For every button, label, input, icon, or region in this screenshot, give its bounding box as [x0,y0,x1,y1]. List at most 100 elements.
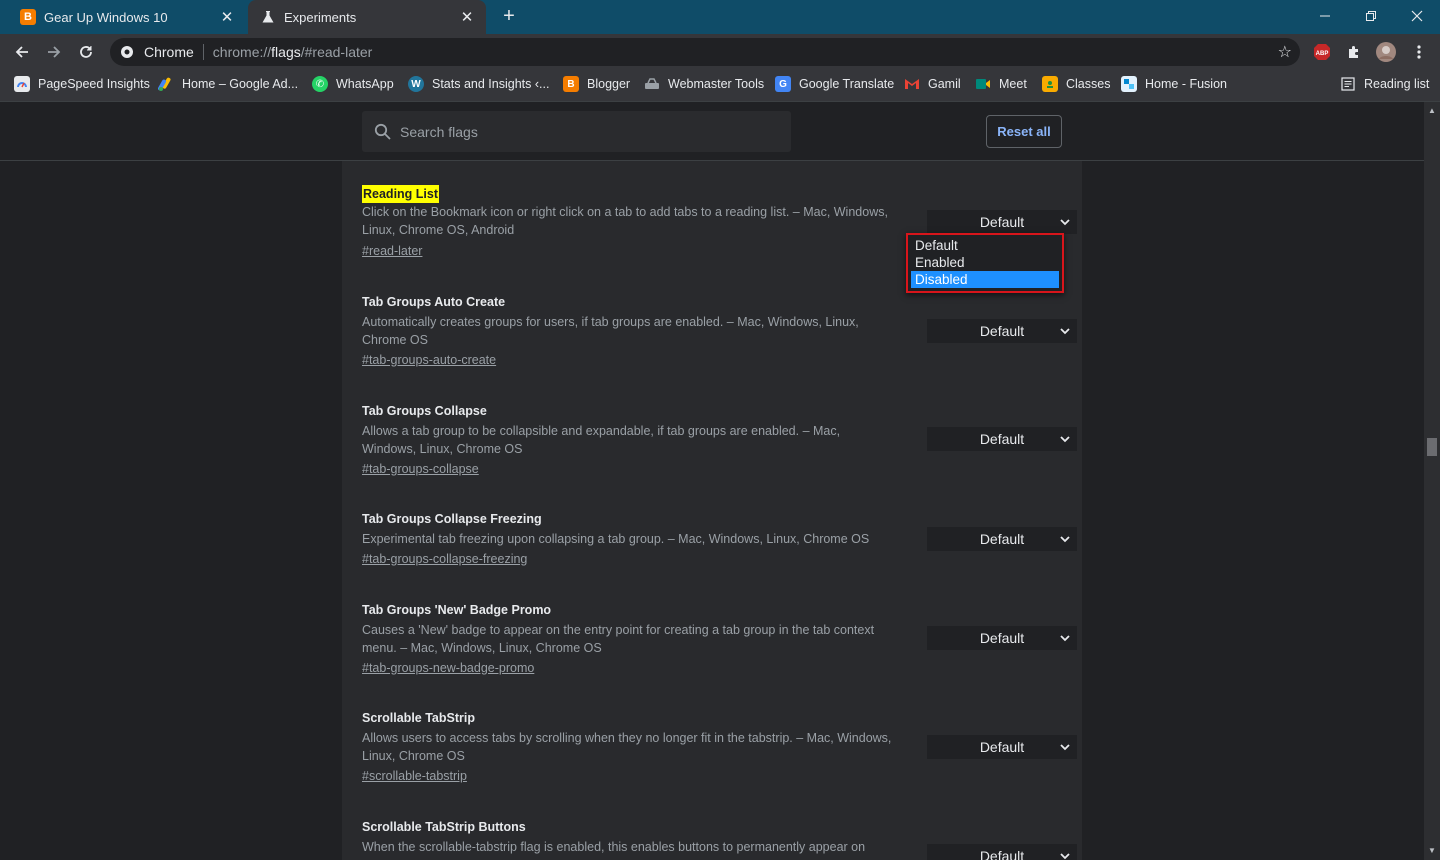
minimize-button[interactable] [1310,4,1340,28]
puzzle-icon[interactable] [1344,42,1364,62]
chevron-down-icon [1060,219,1070,226]
flag-description: When the scrollable-tabstrip flag is ena… [362,840,866,854]
bookmark-whatsapp[interactable]: ✆ WhatsApp [312,70,394,98]
flag-description: Causes a 'New' badge to appear on the en… [362,623,875,655]
chevron-down-icon [1060,635,1070,642]
flag-select[interactable]: Default [927,319,1077,343]
new-tab-button[interactable]: + [498,6,520,28]
flag-select-value: Default [979,323,1025,339]
flag-select[interactable]: Default [927,626,1077,650]
scrollbar[interactable]: ▲ ▼ [1424,102,1440,860]
reload-button[interactable] [74,40,98,64]
flag-select-value: Default [979,531,1025,547]
back-button[interactable] [10,40,34,64]
flag-title: Scrollable TabStrip Buttons [362,820,526,834]
title-bar: B Gear Up Windows 10 ✕ Experiments ✕ + [0,0,1440,34]
tab-experiments[interactable]: Experiments ✕ [248,0,486,34]
flag-title: Reading List [362,185,440,203]
bookmark-label: Blogger [587,77,631,91]
bookmark-fusion[interactable]: Home - Fusion [1121,70,1227,98]
close-window-button[interactable] [1402,4,1432,28]
scroll-up-arrow-icon[interactable]: ▲ [1428,106,1436,115]
reading-list-button[interactable]: Reading list [1340,70,1429,98]
search-box[interactable] [362,111,791,152]
bookmark-webmaster[interactable]: Webmaster Tools [644,70,764,98]
bookmark-label: WhatsApp [336,77,394,91]
flag-item-scrollable-tabstrip: Scrollable TabStrip Allows users to acce… [362,709,1077,785]
scroll-down-arrow-icon[interactable]: ▼ [1428,846,1436,855]
flag-anchor-link[interactable]: #tab-groups-collapse [362,460,1062,478]
close-icon[interactable]: ✕ [218,8,236,26]
site-chip[interactable]: Chrome [120,44,194,60]
flag-item-tab-groups-new-badge-promo: Tab Groups 'New' Badge Promo Causes a 'N… [362,601,1077,677]
chevron-down-icon [1060,744,1070,751]
bookmark-label: Classes [1066,77,1111,91]
address-bar[interactable]: Chrome chrome://flags/#read-later ☆ [110,38,1300,66]
whatsapp-icon: ✆ [312,76,328,92]
reading-list-dropdown: Default Enabled Disabled [906,233,1064,293]
flag-select[interactable]: Default [927,427,1077,451]
flag-description: Click on the Bookmark icon or right clic… [362,205,888,237]
google-ads-icon [158,76,174,92]
forward-button[interactable] [42,40,66,64]
bookmark-label: Webmaster Tools [668,77,765,91]
chevron-down-icon [1060,536,1070,543]
tab-gear-up-windows[interactable]: B Gear Up Windows 10 ✕ [8,0,246,34]
adblock-icon[interactable]: ABP [1312,42,1332,62]
flag-anchor-link[interactable]: #tab-groups-new-badge-promo [362,659,1062,677]
bookmark-star-icon[interactable]: ☆ [1278,42,1292,62]
flag-description: Automatically creates groups for users, … [362,315,859,347]
flag-select[interactable]: Default [927,844,1077,860]
flag-item-scrollable-tabstrip-buttons: Scrollable TabStrip Buttons When the scr… [362,818,1077,860]
flag-anchor-link[interactable]: #tab-groups-auto-create [362,351,1062,369]
menu-kebab-icon[interactable] [1409,42,1429,62]
bookmark-blogger[interactable]: B Blogger [563,70,630,98]
bookmark-pagespeed[interactable]: PageSpeed Insights [14,70,150,98]
flag-anchor-link[interactable]: #scrollable-tabstrip [362,767,1062,785]
flag-select-value: Default [979,848,1025,860]
tab-title: Experiments [284,9,357,25]
flag-select-value: Default [979,214,1025,230]
tab-title: Gear Up Windows 10 [44,9,168,25]
bookmark-stats[interactable]: W Stats and Insights ‹... [408,70,549,98]
translate-icon: G [775,76,791,92]
webmaster-icon [644,76,660,92]
bookmark-label: Meet [999,77,1027,91]
flag-select[interactable]: Default [927,210,1077,234]
close-icon[interactable]: ✕ [458,8,476,26]
site-chip-label: Chrome [144,44,194,60]
scrollbar-thumb[interactable] [1427,438,1437,456]
bookmark-classes[interactable]: Classes [1042,70,1110,98]
flag-select-value: Default [979,739,1025,755]
flask-icon [260,9,276,25]
url-path: /#read-later [300,44,373,60]
flag-select[interactable]: Default [927,527,1077,551]
gmail-icon [904,76,920,92]
bookmark-google-ads[interactable]: Home – Google Ad... [158,70,298,98]
dropdown-option-disabled[interactable]: Disabled [911,271,1059,288]
chevron-down-icon [1060,853,1070,860]
chrome-icon [121,46,133,58]
flag-anchor-link[interactable]: #tab-groups-collapse-freezing [362,550,1062,568]
search-input[interactable] [400,123,780,140]
flag-title: Tab Groups Collapse [362,404,487,418]
restore-button[interactable] [1356,4,1386,28]
bookmark-translate[interactable]: G Google Translate [775,70,894,98]
wordpress-icon: W [408,76,424,92]
bookmark-meet[interactable]: Meet [975,70,1027,98]
avatar[interactable] [1376,42,1396,62]
flag-item-tab-groups-auto-create: Tab Groups Auto Create Automatically cre… [362,293,1077,369]
dropdown-option-enabled[interactable]: Enabled [911,254,1059,271]
flags-header: Reset all [0,102,1424,161]
flag-select-value: Default [979,630,1025,646]
pagespeed-icon [14,76,30,92]
flag-description: Experimental tab freezing upon collapsin… [362,532,870,546]
url-scheme: chrome:// [212,44,272,60]
flag-select[interactable]: Default [927,735,1077,759]
bookmark-gmail[interactable]: Gamil [904,70,961,98]
flag-description: Allows users to access tabs by scrolling… [362,731,892,763]
dropdown-option-default[interactable]: Default [911,237,1059,254]
divider [202,44,204,60]
search-icon [374,123,391,140]
reset-all-button[interactable]: Reset all [986,115,1062,148]
